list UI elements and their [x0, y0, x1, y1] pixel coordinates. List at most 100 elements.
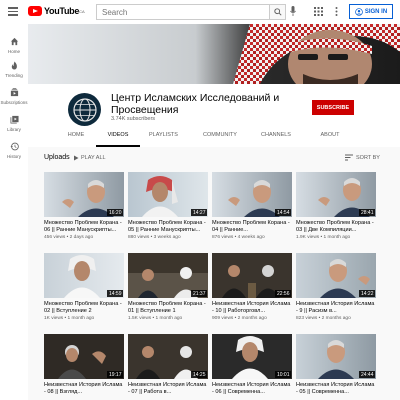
library-icon	[9, 115, 19, 124]
sidebar: Home Trending Subscriptions Library Hist…	[0, 24, 28, 400]
video-thumbnail[interactable]: 16:20	[44, 172, 124, 217]
sort-by-label: SORT BY	[356, 154, 380, 161]
video-card[interactable]: 22:56 Неизвестная История Ислама - 10 ||…	[212, 253, 292, 321]
play-logo-icon	[28, 6, 42, 16]
logo-text: YouTube	[44, 6, 80, 16]
sidebar-item-label: Library	[7, 127, 21, 132]
video-card[interactable]: 14:25 Неизвестная История Ислама - 07 ||…	[128, 334, 208, 397]
section-title: Uploads	[44, 154, 70, 161]
tab-playlists[interactable]: PLAYLISTS	[140, 130, 187, 147]
sort-by-button[interactable]: SORT BY	[345, 154, 380, 161]
microphone-icon[interactable]	[290, 6, 296, 17]
channel-tabs: HOME VIDEOS PLAYLISTS COMMUNITY CHANNELS…	[56, 130, 361, 147]
play-all-button[interactable]: PLAY ALL	[73, 155, 106, 161]
video-title[interactable]: Множество Проблем Корана - 05 || Ранние …	[128, 220, 208, 233]
video-title[interactable]: Неизвестная История Ислама - 07 || Работ…	[128, 382, 208, 395]
more-vertical-icon[interactable]	[331, 6, 342, 17]
sort-icon	[345, 154, 353, 161]
banner-image	[233, 24, 400, 84]
video-card[interactable]: 10:01 Неизвестная История Ислама - 06 ||…	[212, 334, 292, 397]
video-card[interactable]: 24:44 Неизвестная История Ислама - 05 ||…	[296, 334, 376, 397]
tab-home[interactable]: HOME	[56, 130, 96, 147]
video-thumbnail[interactable]: 24:44	[296, 334, 376, 379]
video-thumbnail[interactable]: 14:22	[296, 253, 376, 298]
video-card[interactable]: 14:59 Множество Проблем Корана - 02 || В…	[44, 253, 124, 321]
video-card[interactable]: 28:41 Множество Проблем Корана - 03 || Д…	[296, 172, 376, 240]
video-thumbnail[interactable]: 14:25	[128, 334, 208, 379]
video-thumbnail[interactable]: 28:41	[296, 172, 376, 217]
subscriber-count: 3.74K subscribers	[111, 116, 156, 122]
video-meta: 1K views • 1 month ago	[44, 316, 95, 321]
history-icon	[9, 142, 19, 151]
video-meta: 456 views • 2 days ago	[44, 235, 94, 240]
video-title[interactable]: Неизвестная История Ислама - 06 || Совре…	[212, 382, 292, 395]
search-button[interactable]	[270, 4, 286, 20]
video-meta: 823 views • 2 months ago	[296, 316, 351, 321]
video-duration: 19:17	[107, 371, 123, 378]
sign-in-label: SIGN IN	[364, 8, 388, 15]
subscribe-button[interactable]: SUBSCRIBE	[312, 100, 354, 115]
video-card[interactable]: 19:17 Неизвестная История Ислама - 08 ||…	[44, 334, 124, 397]
video-meta: 880 views • 3 weeks ago	[128, 235, 181, 240]
search-icon	[273, 8, 282, 16]
tab-videos[interactable]: VIDEOS	[96, 130, 140, 147]
youtube-logo[interactable]: YouTube CA	[28, 6, 85, 16]
video-title[interactable]: Множество Проблем Корана - 04 || Ранние.…	[212, 220, 292, 233]
channel-banner	[28, 24, 400, 84]
search-input[interactable]	[96, 4, 270, 20]
channel-title: Центр Исламских Исследований и Просвещен…	[111, 92, 280, 116]
video-title[interactable]: Множество Проблем Корана - 03 || Две Ком…	[296, 220, 376, 233]
video-thumbnail[interactable]: 14:27	[128, 172, 208, 217]
sign-in-button[interactable]: SIGN IN	[349, 4, 393, 19]
video-thumbnail[interactable]: 19:17	[44, 334, 124, 379]
video-duration: 22:56	[275, 290, 291, 297]
video-card[interactable]: 14:27 Множество Проблем Корана - 05 || Р…	[128, 172, 208, 240]
video-title[interactable]: Неизвестная История Ислама - 08 || Взгля…	[44, 382, 124, 395]
video-title[interactable]: Множество Проблем Корана - 02 || Вступле…	[44, 301, 124, 314]
sidebar-item-label: Trending	[5, 73, 23, 78]
sidebar-item-trending[interactable]: Trending	[0, 61, 28, 78]
sidebar-item-history[interactable]: History	[0, 142, 28, 159]
video-thumbnail[interactable]: 21:37	[128, 253, 208, 298]
tab-channels[interactable]: CHANNELS	[253, 130, 299, 147]
video-title[interactable]: Множество Проблем Корана - 01 || Вступле…	[128, 301, 208, 314]
video-title[interactable]: Неизвестная История Ислама - 10 || Работ…	[212, 301, 292, 314]
channel-avatar[interactable]	[68, 93, 101, 126]
fire-icon	[11, 61, 17, 70]
top-bar: YouTube CA SIGN IN	[0, 0, 400, 24]
video-thumbnail[interactable]: 22:56	[212, 253, 292, 298]
video-duration: 14:59	[107, 290, 123, 297]
video-meta: 1.5K views • 1 month ago	[128, 316, 183, 321]
globe-logo-icon	[72, 97, 97, 122]
video-duration: 14:54	[275, 209, 291, 216]
account-icon	[355, 7, 363, 16]
video-duration: 14:22	[359, 290, 375, 297]
menu-icon[interactable]	[8, 7, 18, 16]
video-duration: 14:25	[191, 371, 207, 378]
tab-about[interactable]: ABOUT	[299, 130, 361, 147]
video-thumbnail[interactable]: 14:59	[44, 253, 124, 298]
play-all-label: PLAY ALL	[81, 155, 106, 161]
video-title[interactable]: Неизвестная История Ислама - 05 || Совре…	[296, 382, 376, 395]
video-duration: 16:20	[107, 209, 123, 216]
video-card[interactable]: 21:37 Множество Проблем Корана - 01 || В…	[128, 253, 208, 321]
sidebar-item-home[interactable]: Home	[0, 37, 28, 54]
subscriptions-icon	[10, 88, 18, 97]
tab-community[interactable]: COMMUNITY	[187, 130, 253, 147]
play-icon	[74, 155, 79, 161]
video-card[interactable]: 16:20 Множество Проблем Корана - 06 || Р…	[44, 172, 124, 240]
video-thumbnail[interactable]: 10:01	[212, 334, 292, 379]
sidebar-item-label: Subscriptions	[0, 100, 28, 105]
apps-grid-icon[interactable]	[313, 6, 324, 17]
video-duration: 10:01	[275, 371, 291, 378]
video-meta: 1.9K views • 1 month ago	[296, 235, 351, 240]
video-card[interactable]: 14:22 Неизвестная История Ислама - 9 || …	[296, 253, 376, 321]
video-title[interactable]: Неизвестная История Ислама - 9 || Расизм…	[296, 301, 376, 314]
video-card[interactable]: 14:54 Множество Проблем Корана - 04 || Р…	[212, 172, 292, 240]
sidebar-item-subscriptions[interactable]: Subscriptions	[0, 88, 28, 105]
video-title[interactable]: Множество Проблем Корана - 06 || Ранние …	[44, 220, 124, 233]
sidebar-item-label: Home	[7, 49, 20, 54]
sidebar-item-library[interactable]: Library	[0, 115, 28, 132]
video-duration: 14:27	[191, 209, 207, 216]
video-thumbnail[interactable]: 14:54	[212, 172, 292, 217]
